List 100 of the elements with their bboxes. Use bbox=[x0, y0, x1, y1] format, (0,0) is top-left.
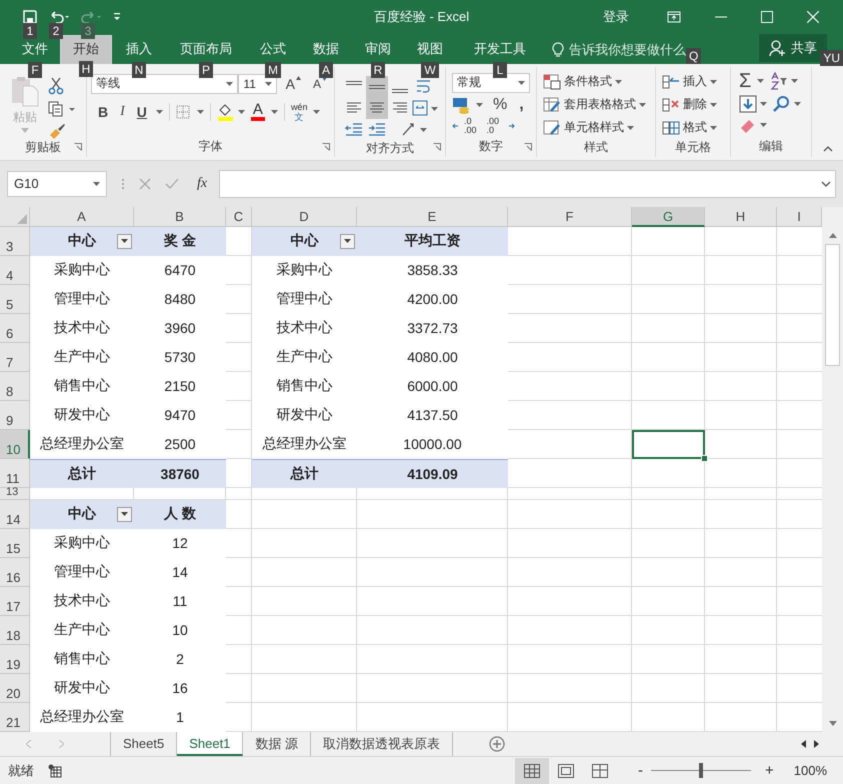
row-header[interactable]: 3 bbox=[0, 226, 30, 256]
scroll-right-icon[interactable] bbox=[814, 740, 819, 748]
copy-icon[interactable] bbox=[48, 100, 76, 117]
orientation-icon[interactable] bbox=[400, 121, 426, 138]
dialog-launcher-icon[interactable] bbox=[322, 142, 330, 151]
scroll-left-icon[interactable] bbox=[801, 740, 806, 748]
comma-button[interactable]: , bbox=[516, 96, 527, 114]
style-menu-button[interactable]: 套用表格格式 bbox=[543, 94, 651, 115]
decrease-decimal-button[interactable]: .00 .0 bbox=[486, 116, 500, 135]
scrollbar-thumb[interactable] bbox=[825, 244, 840, 366]
ribbon-tab[interactable]: 视图 bbox=[404, 36, 456, 64]
formula-input[interactable] bbox=[219, 170, 836, 198]
vertical-scrollbar[interactable] bbox=[822, 206, 843, 732]
currency-icon[interactable] bbox=[452, 96, 484, 114]
selected-cell[interactable] bbox=[632, 430, 705, 459]
column-header[interactable]: C bbox=[226, 206, 252, 227]
dialog-launcher-icon[interactable] bbox=[433, 142, 441, 151]
font-name-dropdown[interactable]: 等线 bbox=[91, 74, 238, 94]
font-size-dropdown[interactable]: 11 bbox=[238, 74, 277, 94]
zoom-slider-thumb[interactable] bbox=[698, 763, 703, 778]
caret-icon[interactable] bbox=[757, 78, 764, 83]
collapse-ribbon-icon[interactable] bbox=[822, 146, 832, 152]
macro-record-icon[interactable] bbox=[48, 764, 62, 778]
font-color-button[interactable]: A bbox=[250, 102, 265, 121]
merge-center-icon[interactable] bbox=[412, 100, 438, 116]
decrease-font-size-button[interactable]: A bbox=[310, 76, 330, 91]
sort-filter-icon[interactable] bbox=[770, 72, 798, 90]
bold-button[interactable]: B bbox=[95, 104, 112, 120]
style-menu-button[interactable]: 单元格样式 bbox=[543, 118, 651, 138]
expand-icon[interactable] bbox=[821, 180, 831, 187]
style-menu-button[interactable]: 条件格式 bbox=[543, 72, 651, 92]
increase-font-size-button[interactable]: A bbox=[282, 76, 304, 92]
row-header[interactable]: 8 bbox=[0, 372, 30, 401]
column-header[interactable]: H bbox=[705, 206, 777, 227]
close-icon[interactable] bbox=[807, 10, 819, 23]
ribbon-display-icon[interactable] bbox=[667, 10, 681, 23]
filter-button[interactable] bbox=[340, 234, 355, 249]
row-header[interactable]: 17 bbox=[0, 586, 30, 616]
tell-me-search[interactable]: 告诉我你想要做什么 bbox=[552, 36, 686, 64]
decrease-indent-icon[interactable] bbox=[345, 122, 363, 136]
caret-icon[interactable] bbox=[270, 110, 278, 114]
underline-button[interactable]: U bbox=[134, 104, 150, 120]
format-painter-icon[interactable] bbox=[48, 122, 66, 139]
name-box[interactable]: G10 bbox=[7, 170, 107, 197]
dialog-launcher-icon[interactable] bbox=[74, 142, 82, 151]
filter-button[interactable] bbox=[117, 234, 132, 249]
fill-color-icon[interactable] bbox=[216, 102, 245, 121]
add-sheet-icon[interactable] bbox=[489, 736, 506, 752]
row-header[interactable]: 11 bbox=[0, 458, 30, 488]
increase-indent-icon[interactable] bbox=[368, 122, 386, 136]
ribbon-tab[interactable]: 页面布局 bbox=[166, 36, 246, 64]
phonetic-button[interactable]: wén 文 bbox=[290, 102, 308, 122]
italic-button[interactable]: I bbox=[117, 104, 128, 120]
column-header[interactable]: E bbox=[357, 206, 508, 227]
save-icon[interactable] bbox=[22, 8, 38, 25]
number-format-dropdown[interactable]: 常规 bbox=[452, 72, 530, 93]
vertical-align-button[interactable] bbox=[366, 76, 388, 98]
fill-down-icon[interactable] bbox=[739, 94, 767, 113]
increase-decimal-button[interactable]: .0 .00 bbox=[464, 116, 477, 135]
filter-button[interactable] bbox=[117, 506, 132, 522]
normal-view-button[interactable] bbox=[514, 758, 549, 784]
cells-menu-button[interactable]: 格式 bbox=[662, 118, 726, 138]
autosum-button[interactable]: Σ bbox=[739, 70, 752, 91]
ribbon-tab[interactable]: 开始 bbox=[60, 34, 112, 64]
row-header[interactable]: 6 bbox=[0, 314, 30, 343]
row-header[interactable]: 9 bbox=[0, 400, 30, 430]
scroll-up-icon[interactable] bbox=[828, 232, 836, 238]
percent-button[interactable]: % bbox=[490, 96, 510, 114]
row-header[interactable]: 14 bbox=[0, 500, 30, 529]
scissors-icon[interactable] bbox=[48, 76, 64, 95]
column-header[interactable]: F bbox=[508, 206, 632, 227]
row-header[interactable]: 16 bbox=[0, 558, 30, 587]
ribbon-tab[interactable]: 开发工具 bbox=[456, 36, 544, 64]
cells-menu-button[interactable]: 删除 bbox=[662, 94, 726, 115]
row-header[interactable]: 20 bbox=[0, 674, 30, 703]
dialog-launcher-icon[interactable] bbox=[524, 142, 532, 151]
column-header[interactable]: A bbox=[30, 206, 134, 227]
column-header[interactable]: I bbox=[777, 206, 822, 227]
row-header[interactable]: 7 bbox=[0, 342, 30, 372]
row-header[interactable]: 18 bbox=[0, 616, 30, 645]
sheet-tab[interactable]: Sheet1 bbox=[177, 732, 244, 756]
zoom-level[interactable]: 100% bbox=[794, 763, 827, 778]
zoom-out-button[interactable]: - bbox=[638, 762, 643, 780]
ribbon-tab[interactable]: 公式 bbox=[246, 36, 300, 64]
sign-in-link[interactable]: 登录 bbox=[603, 8, 629, 26]
ribbon-tab[interactable]: 审阅 bbox=[352, 36, 404, 64]
row-header[interactable]: 5 bbox=[0, 284, 30, 314]
column-header[interactable]: B bbox=[134, 206, 226, 227]
horizontal-align-button[interactable] bbox=[366, 97, 388, 120]
row-header[interactable]: 13 bbox=[0, 488, 30, 500]
insert-function-button[interactable]: fx bbox=[197, 176, 208, 192]
row-header[interactable]: 10 bbox=[0, 430, 30, 459]
row-header[interactable]: 19 bbox=[0, 644, 30, 674]
column-header[interactable]: D bbox=[252, 206, 357, 227]
column-header[interactable]: G bbox=[632, 206, 705, 227]
zoom-in-button[interactable]: + bbox=[764, 762, 774, 780]
ribbon-tab[interactable]: 插入 bbox=[112, 36, 166, 64]
caret-icon[interactable] bbox=[156, 110, 163, 114]
search-icon[interactable] bbox=[773, 94, 801, 113]
row-header[interactable]: 15 bbox=[0, 528, 30, 558]
